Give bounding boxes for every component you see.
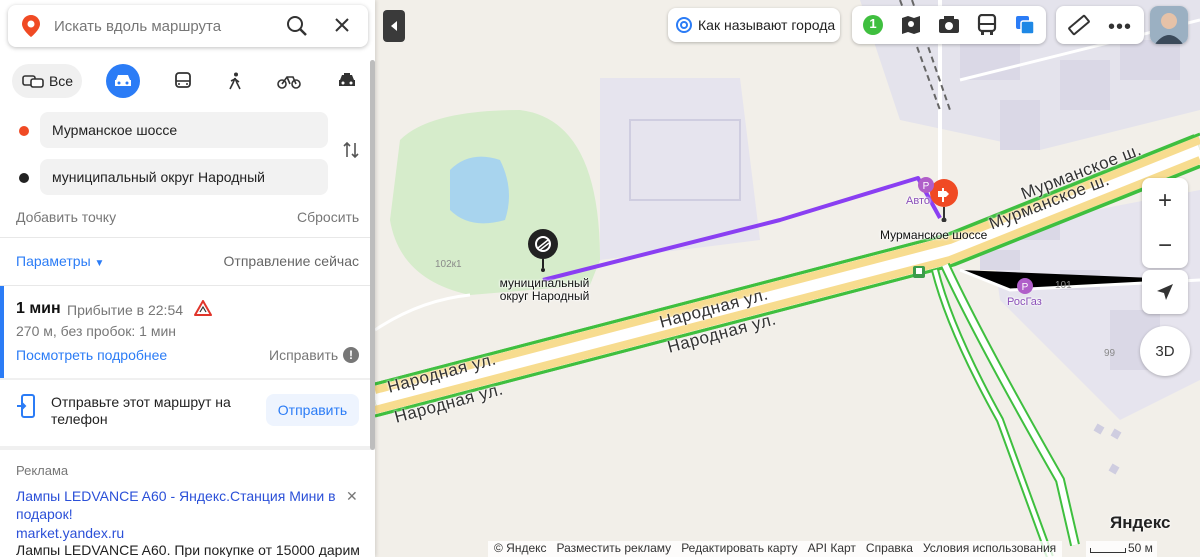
mode-transit-button[interactable]: [166, 64, 200, 98]
camera-icon: [939, 16, 959, 33]
ruler-icon[interactable]: [1068, 14, 1090, 39]
route-duration: 1 мин: [16, 300, 61, 317]
ad-url-link[interactable]: market.yandex.ru: [16, 525, 124, 541]
swap-points-icon[interactable]: [342, 141, 360, 162]
route-panel: Все Мурманское шоссе муниципальный округ…: [0, 0, 375, 557]
destination-label: муниципальный округ Народный: [499, 276, 590, 303]
house-number: 99: [1104, 348, 1116, 359]
zoom-out-button[interactable]: −: [1142, 223, 1188, 268]
bus-icon: [977, 14, 997, 35]
user-avatar-icon: [1150, 6, 1188, 44]
spiral-icon: [676, 17, 692, 33]
taxi-icon: [339, 73, 355, 86]
route-from-field[interactable]: Мурманское шоссе: [40, 112, 328, 148]
car-icon: [115, 75, 131, 86]
zoom-control: + −: [1142, 178, 1188, 268]
phone-icon: [16, 394, 36, 421]
yandex-logo: Яндекс: [1110, 513, 1171, 532]
ad-text: Лампы LEDVANCE A60. При покупке от 15000…: [16, 542, 360, 557]
send-button[interactable]: Отправить: [266, 394, 359, 426]
route-details-link[interactable]: Посмотреть подробнее: [16, 347, 167, 363]
chevron-left-icon: [391, 21, 397, 31]
traffic-level-value: 1: [869, 16, 877, 31]
map-footer: © Яндекс Разместить рекламу Редактироват…: [488, 541, 1063, 557]
house-number: 101: [1055, 280, 1072, 291]
map-scale: 50 м: [1086, 541, 1157, 557]
yandex-maps-pin-icon: [22, 15, 40, 40]
ad-close-icon[interactable]: ✕: [346, 488, 358, 505]
3d-button[interactable]: 3D: [1140, 326, 1190, 376]
ad-block: Реклама Лампы LEDVANCE A60 - Яндекс.Стан…: [0, 450, 375, 557]
start-label: Мурманское шоссе: [880, 228, 988, 242]
tools-toolbar: •••: [1056, 6, 1144, 44]
mode-all-button[interactable]: Все: [12, 64, 82, 98]
mode-walk-button[interactable]: [218, 64, 252, 98]
transport-layer-button[interactable]: [974, 12, 1000, 38]
help-link[interactable]: Справка: [866, 541, 913, 557]
reset-link[interactable]: Сбросить: [297, 209, 359, 225]
exclamation-icon: !: [343, 347, 359, 363]
route-arrival: Прибытие в 22:54: [67, 302, 184, 318]
parameters-label: Параметры: [16, 253, 91, 269]
collapse-panel-button[interactable]: [383, 10, 405, 42]
my-location-button[interactable]: [1142, 270, 1188, 314]
parameters-dropdown[interactable]: Параметры ▼: [16, 253, 104, 269]
copyright: © Яндекс: [494, 541, 547, 555]
close-icon[interactable]: [334, 17, 350, 36]
send-to-phone-text: Отправьте этот маршрут на телефон: [51, 394, 231, 427]
city-names-button[interactable]: Как называют города: [668, 8, 840, 42]
city-names-label: Как называют города: [698, 17, 836, 33]
send-to-phone-block: Отправьте этот маршрут на телефон Отправ…: [0, 380, 375, 442]
auto-poi-label: Авто: [906, 195, 930, 207]
mode-car-button[interactable]: [106, 64, 140, 98]
svg-text:P: P: [1022, 282, 1029, 293]
search-icon[interactable]: [286, 15, 308, 40]
api-link[interactable]: API Карт: [808, 541, 856, 557]
zoom-in-button[interactable]: +: [1142, 178, 1188, 223]
bicycle-icon: [277, 76, 301, 89]
mode-bike-button[interactable]: [272, 64, 306, 98]
search-input[interactable]: [54, 15, 274, 37]
svg-text:P: P: [923, 181, 930, 192]
chevron-down-icon: ▼: [94, 258, 105, 269]
route-distance: 270 м, без пробок: 1 мин: [16, 323, 177, 339]
panel-scrollbar[interactable]: [370, 60, 375, 450]
search-bar: [8, 5, 368, 47]
route-option-card[interactable]: 1 мин Прибытие в 22:54 270 м, без пробок…: [0, 286, 375, 378]
ad-title-link[interactable]: Лампы LEDVANCE A60 - Яндекс.Станция Мини…: [16, 487, 336, 523]
car-bus-icon: [22, 75, 44, 88]
mode-taxi-button[interactable]: [330, 64, 364, 98]
ad-label: Реклама: [16, 463, 69, 478]
rosgaz-poi-label: РосГаз: [1007, 296, 1042, 308]
layers-button[interactable]: [1012, 12, 1038, 38]
selected-route-indicator: [0, 286, 4, 378]
departure-time-select[interactable]: Отправление сейчас: [224, 253, 359, 269]
more-icon[interactable]: •••: [1108, 16, 1132, 39]
location-arrow-icon: [1157, 284, 1173, 300]
start-point-dot: [19, 126, 29, 136]
panorama-icon: [902, 16, 920, 34]
panorama-button[interactable]: [898, 12, 924, 38]
layers-icon: [1016, 16, 1035, 35]
road-warning-icon: [194, 300, 212, 319]
pedestrian-icon: [229, 72, 241, 90]
terms-link[interactable]: Условия использования: [923, 541, 1056, 557]
end-point-dot: [19, 173, 29, 183]
map-layers-toolbar: 1: [852, 6, 1046, 44]
photos-button[interactable]: [936, 12, 962, 38]
divider: [0, 237, 375, 238]
traffic-level-button[interactable]: 1: [860, 12, 886, 38]
add-point-link[interactable]: Добавить точку: [16, 209, 116, 225]
report-error-link[interactable]: Исправить: [269, 347, 338, 363]
transport-modes: Все: [12, 64, 362, 98]
avatar[interactable]: [1150, 6, 1188, 44]
ads-link[interactable]: Разместить рекламу: [557, 541, 672, 557]
route-to-field[interactable]: муниципальный округ Народный: [40, 159, 328, 195]
bus-icon: [175, 72, 191, 88]
mode-all-label: Все: [48, 73, 74, 89]
edit-map-link[interactable]: Редактировать карту: [681, 541, 797, 557]
house-number: 102к1: [435, 259, 462, 270]
